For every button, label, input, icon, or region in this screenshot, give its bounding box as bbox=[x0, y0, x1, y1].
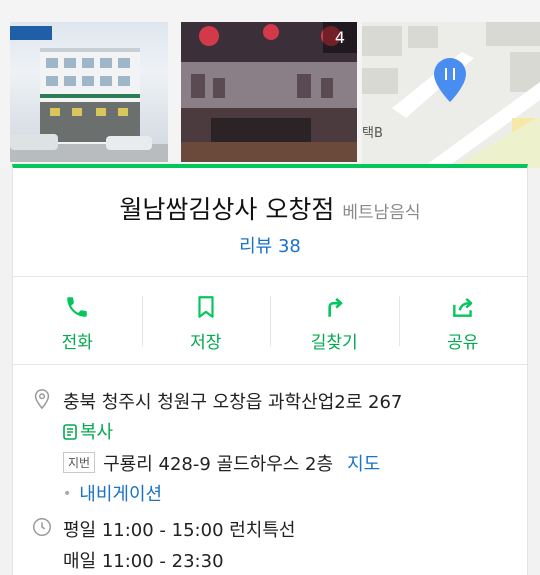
share-icon bbox=[452, 297, 473, 317]
building-photo-image bbox=[10, 26, 168, 162]
place-category: 베트남음식 bbox=[342, 203, 421, 223]
share-label: 공유 bbox=[447, 333, 479, 353]
place-name: 월남쌈김상사 오창점 bbox=[119, 195, 335, 224]
photo-count: 4 bbox=[322, 22, 357, 53]
directions-arrow-icon bbox=[328, 297, 343, 317]
call-label: 전화 bbox=[61, 333, 93, 353]
save-label: 저장 bbox=[190, 333, 222, 353]
navigation-row: • 내비게이션 bbox=[63, 480, 162, 506]
photo-strip: 4 택B bbox=[0, 0, 540, 168]
hours-weekday: 평일 11:00 - 15:00 런치특선 bbox=[63, 520, 296, 541]
bullet-dot: • bbox=[63, 486, 72, 502]
hours-daily: 매일 11:00 - 23:30 bbox=[63, 551, 224, 572]
place-title-row: 월남쌈김상사 오창점 베트남음식 bbox=[13, 190, 527, 226]
jibun-badge: 지번 bbox=[63, 452, 96, 473]
jibun-address-row: 지번 구룡리 428-9 골드하우스 2층 지도 bbox=[63, 450, 380, 476]
copy-label: 복사 bbox=[80, 422, 114, 443]
map-building-label: 택B bbox=[362, 126, 383, 141]
map-image bbox=[362, 22, 540, 168]
phone-icon bbox=[67, 297, 87, 317]
photo-interior[interactable]: 4 bbox=[181, 22, 357, 162]
photo-building[interactable] bbox=[10, 22, 168, 162]
copy-address-button[interactable]: 복사 bbox=[63, 418, 113, 444]
navigation-link[interactable]: 내비게이션 bbox=[79, 484, 162, 505]
bookmark-icon bbox=[198, 296, 214, 318]
place-summary-card: 월남쌈김상사 오창점 베트남음식 리뷰 38 전화 저장 길찾기 공유 충북 청… bbox=[12, 164, 528, 575]
map-thumbnail[interactable]: 택B bbox=[362, 22, 540, 168]
map-link[interactable]: 지도 bbox=[347, 454, 380, 475]
action-bar: 전화 저장 길찾기 공유 bbox=[13, 278, 527, 364]
directions-button[interactable]: 길찾기 bbox=[270, 278, 399, 364]
clock-icon bbox=[33, 518, 51, 536]
share-button[interactable]: 공유 bbox=[398, 278, 528, 364]
road-address: 충북 청주시 청원구 오창읍 과학산업2로 267 bbox=[63, 392, 403, 413]
copy-icon bbox=[63, 424, 77, 440]
directions-label: 길찾기 bbox=[310, 333, 358, 353]
divider bbox=[13, 276, 527, 277]
jibun-address: 구룡리 428-9 골드하우스 2층 bbox=[103, 454, 334, 475]
location-pin-icon bbox=[34, 389, 50, 410]
divider bbox=[13, 364, 527, 365]
call-button[interactable]: 전화 bbox=[13, 278, 142, 364]
review-count-link[interactable]: 리뷰 38 bbox=[13, 232, 527, 258]
save-button[interactable]: 저장 bbox=[141, 278, 271, 364]
